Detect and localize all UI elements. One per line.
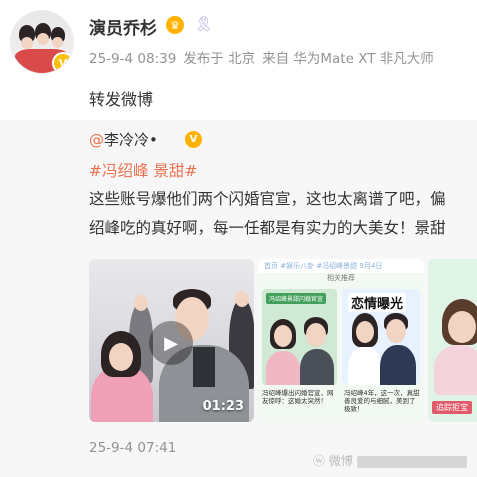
post-meta: 25-9-4 08:39 发布于 北京 来自 华为Mate XT 非凡大师 [89, 47, 441, 67]
repost-time[interactable]: 25-9-4 07:41 [89, 440, 176, 456]
verified-badge-icon: V [52, 52, 73, 73]
image-thumbnail[interactable]: 首页 #娱乐八卦 #冯绍峰景甜 9月4日 相关推荐 冯绍峰景甜闪婚官宣 恋情曝光… [258, 259, 424, 422]
background-face [235, 291, 249, 307]
man-shirt [193, 347, 215, 387]
video-duration: 01:23 [202, 399, 244, 414]
video-thumbnail[interactable]: ▶ 01:23 [89, 259, 254, 422]
repost-topic-link[interactable]: #冯绍峰 景甜# [89, 159, 197, 181]
thumb-person-body [348, 347, 382, 385]
ribbon-icon[interactable]: 🎗 [194, 17, 213, 32]
repost-text-line: 绍峰吃的真好啊，每一任都是有实力的大美女！景甜 [89, 219, 446, 237]
post-text: 转发微博 [89, 90, 154, 109]
thumb-right-caption: 冯绍峰4年，这一次，真甜善良爱的与细腻，美到了极致！ [344, 389, 420, 414]
repost-author-at: @ [89, 131, 104, 149]
watermark-site: 微博 [328, 454, 353, 468]
thumb-person-face [356, 321, 374, 343]
avatar-face [52, 37, 63, 48]
repost-verified-badge-icon: V [185, 131, 202, 148]
thumb-left-panel: 冯绍峰景甜闪婚官宣 [262, 289, 337, 385]
avatar[interactable]: V [10, 10, 74, 74]
thumb-person-face [274, 325, 292, 347]
thumb-person-body [380, 345, 416, 385]
thumb-person-body [434, 345, 477, 395]
thumb-person-body [266, 351, 300, 385]
thumb-header-text: 首页 #娱乐八卦 #冯绍峰景甜 9月4日 [258, 259, 424, 273]
thumb-subheader: 相关推荐 [327, 274, 355, 282]
thumb-left-caption: 冯绍峰爆出闪婚官宣，网友惊呼：这婚太突然！ [262, 389, 334, 406]
avatar-face [21, 37, 33, 49]
repost-author-name[interactable]: 李冷冷• [104, 131, 158, 149]
play-icon[interactable]: ▶ [149, 321, 193, 365]
repost-author[interactable]: @李冷冷• [89, 129, 158, 150]
woman-face [109, 343, 133, 371]
thumb-label: 追踪拒宝 [432, 401, 472, 414]
thumb-person-face [386, 319, 406, 343]
post-time[interactable]: 25-9-4 08:39 [89, 51, 176, 67]
avatar-face [37, 33, 49, 45]
thumb-overlay-title: 恋情曝光 [348, 293, 407, 312]
image-thumbnail[interactable]: 追踪拒宝 [428, 259, 477, 422]
post-location: 发布于 北京 [183, 51, 256, 67]
thumb-person-body [300, 349, 334, 385]
weibo-logo-icon: ⓦ [313, 454, 326, 468]
post-author-name[interactable]: 演员乔杉 [89, 14, 157, 39]
watermark-username-blur [356, 455, 467, 468]
thumb-person-face [306, 323, 326, 347]
repost-text-line: 这些账号爆他们两个闪婚官宣，这也太离谱了吧，偏 [89, 190, 446, 208]
crown-icon[interactable]: ♛ [166, 16, 184, 34]
watermark: ⓦ 微博 [313, 452, 467, 469]
thumb-person-face [448, 311, 476, 343]
post-source: 来自 华为Mate XT 非凡大师 [262, 51, 434, 67]
background-face [134, 295, 148, 311]
thumb-left-title: 冯绍峰景甜闪婚官宣 [266, 293, 327, 304]
